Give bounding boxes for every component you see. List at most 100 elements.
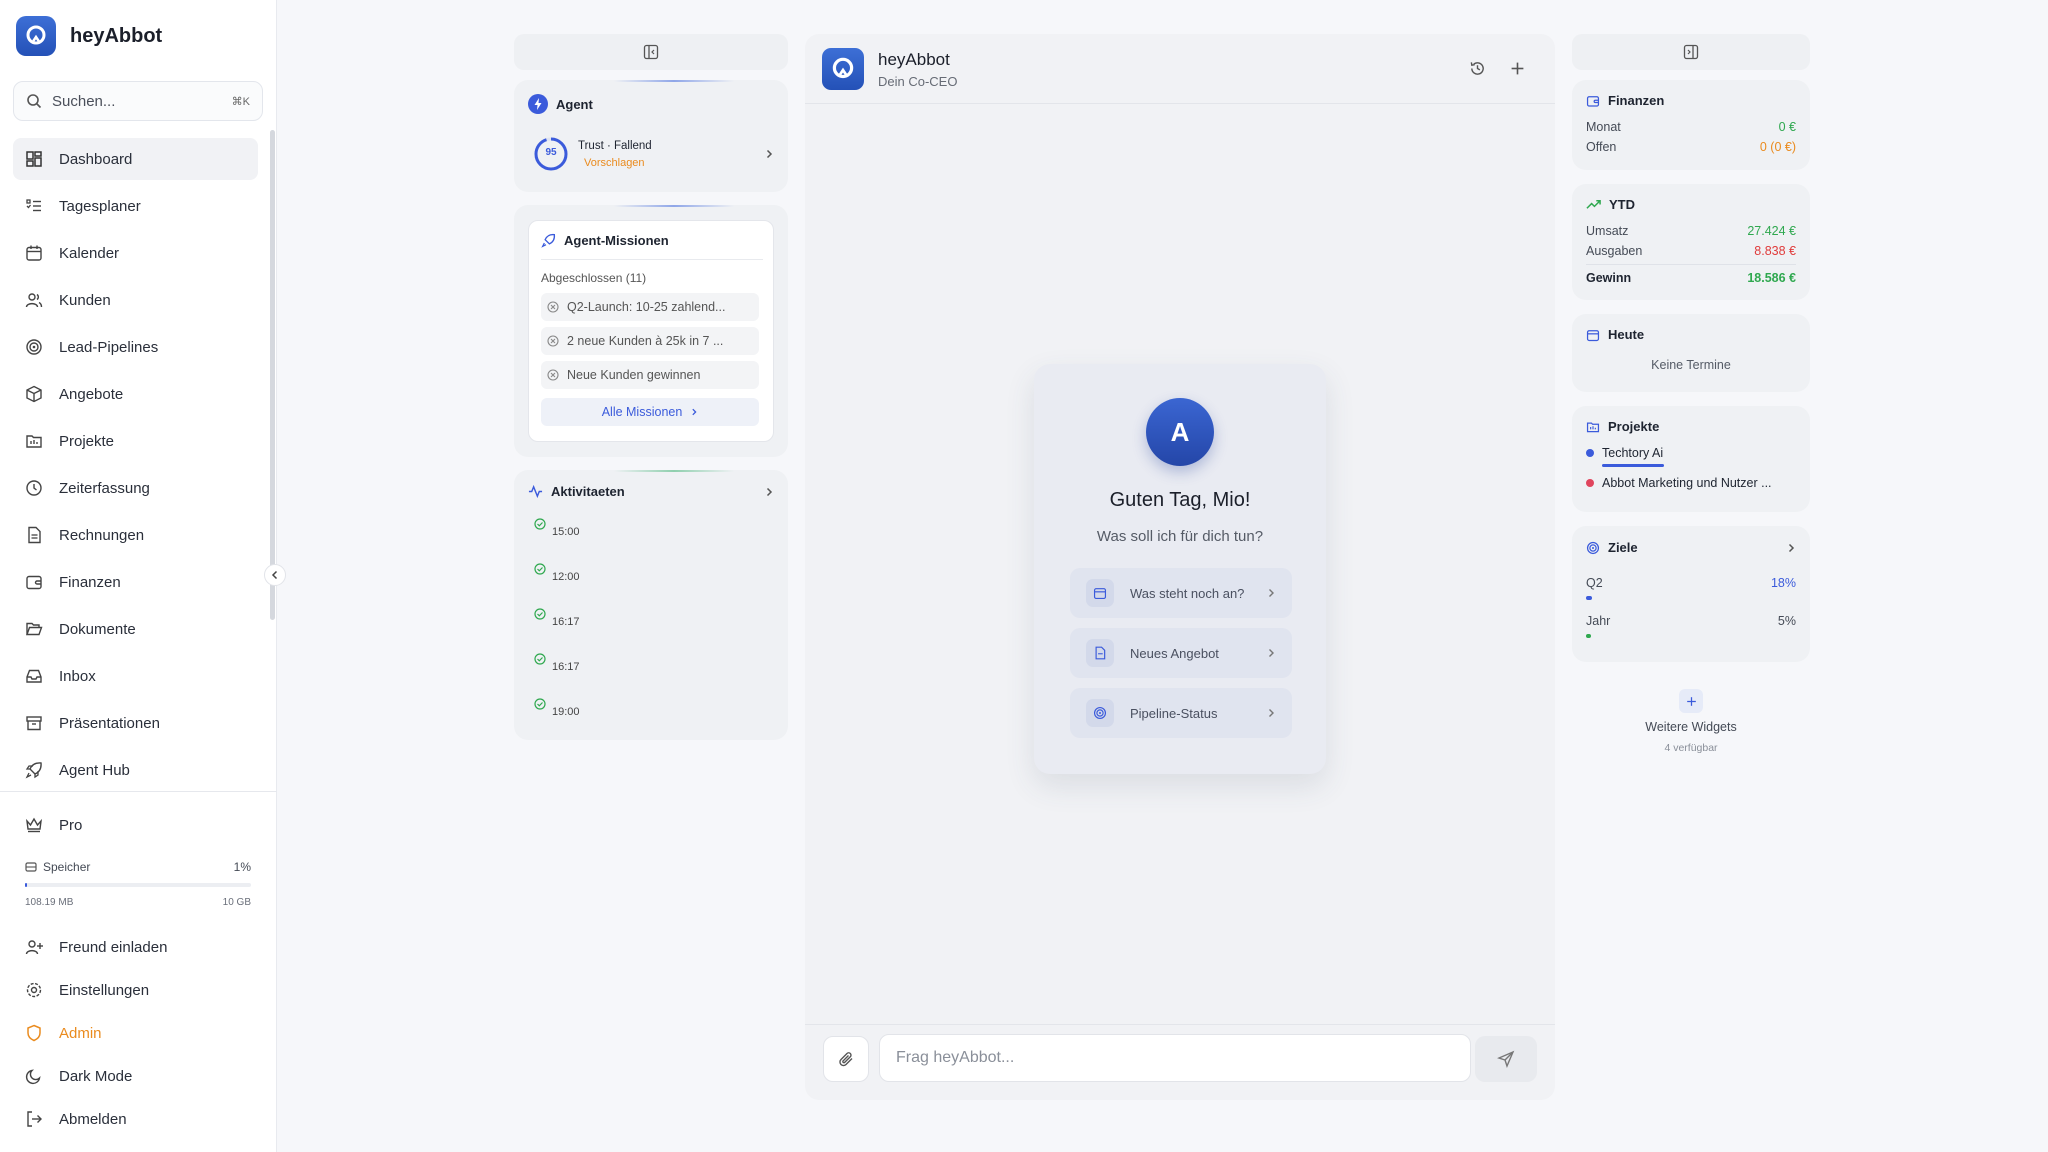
- quick-action-label: Pipeline-Status: [1130, 705, 1218, 721]
- all-missions-button[interactable]: Alle Missionen: [541, 398, 759, 426]
- sidebar-item-zeiterfassung[interactable]: Zeiterfassung: [13, 467, 258, 509]
- mission-item[interactable]: Q2-Launch: 10-25 zahlend...: [541, 293, 759, 321]
- goal-value: 5%: [1777, 614, 1796, 628]
- search-input[interactable]: [52, 92, 212, 110]
- folder-open-icon: [25, 620, 43, 638]
- right-panel-toggle[interactable]: [1572, 34, 1810, 70]
- all-missions-label: Alle Missionen: [601, 405, 683, 419]
- sidebar-item-finanzen[interactable]: Finanzen: [13, 561, 258, 603]
- greeting-question: Was soll ich für dich tun?: [1096, 528, 1264, 545]
- trust-label: Trust · Fallend: [578, 139, 652, 152]
- calendar-icon: [25, 244, 43, 262]
- more-widgets-sub: 4 verfügbar: [1664, 742, 1718, 754]
- ytd-value: 8.838 €: [1754, 244, 1796, 258]
- ytd-label: Umsatz: [1586, 224, 1629, 238]
- add-widget-button[interactable]: [1679, 689, 1703, 713]
- divider: [541, 259, 763, 260]
- goals-widget[interactable]: Ziele Q2 18% Jahr 5%: [1572, 526, 1810, 662]
- sidebar-item-agent-hub[interactable]: Agent Hub: [13, 749, 258, 791]
- folder-chart-icon: [25, 432, 43, 450]
- sidebar-item-label: Agent Hub: [59, 761, 130, 779]
- sidebar-item-projekte[interactable]: Projekte: [13, 420, 258, 462]
- quick-action-button[interactable]: Pipeline-Status: [1070, 688, 1292, 738]
- mission-label: Neue Kunden gewinnen: [567, 368, 701, 382]
- sidebar-item-lead-pipelines[interactable]: Lead-Pipelines: [13, 326, 258, 368]
- quick-action-button[interactable]: Neues Angebot: [1070, 628, 1292, 678]
- avatar: A: [1146, 398, 1214, 466]
- projects-widget[interactable]: Projekte Techtory Ai Abbot Marketing und…: [1572, 406, 1810, 512]
- send-button[interactable]: [1475, 1036, 1537, 1082]
- today-empty: Keine Termine: [1651, 358, 1731, 372]
- activity-item: 19:00: [534, 698, 774, 743]
- attach-button[interactable]: [823, 1036, 869, 1082]
- chat-input-bar: [805, 1024, 1555, 1100]
- wallet-icon: [25, 573, 43, 591]
- missions-card: Agent-Missionen Abgeschlossen (11) Q2-La…: [514, 205, 788, 457]
- finance-widget[interactable]: Finanzen Monat 0 € Offen 0 (0 €): [1572, 80, 1810, 170]
- card-accent-line: [614, 205, 734, 207]
- sidebar-item-dark-mode[interactable]: Dark Mode: [13, 1055, 258, 1097]
- sidebar-item-label: Dashboard: [59, 150, 133, 168]
- search-box[interactable]: ⌘K: [13, 81, 263, 121]
- sidebar-item-angebote[interactable]: Angebote: [13, 373, 258, 415]
- send-icon: [1497, 1050, 1515, 1068]
- sidebar-item-tagesplaner[interactable]: Tagesplaner: [13, 185, 258, 227]
- trust-row[interactable]: 95 Trust · Fallend Vorschlagen: [534, 134, 774, 174]
- quick-action-button[interactable]: Was steht noch an?: [1070, 568, 1292, 618]
- sidebar-item-kunden[interactable]: Kunden: [13, 279, 258, 321]
- chat-input[interactable]: [879, 1034, 1471, 1082]
- sidebar-item-rechnungen[interactable]: Rechnungen: [13, 514, 258, 556]
- today-widget[interactable]: Heute Keine Termine: [1572, 314, 1810, 392]
- project-item[interactable]: Techtory Ai: [1586, 446, 1801, 460]
- activities-header[interactable]: Aktivitaeten: [528, 484, 774, 499]
- chevron-right-icon: [1266, 708, 1276, 718]
- x-circle-icon: [547, 301, 559, 313]
- mission-item[interactable]: Neue Kunden gewinnen: [541, 361, 759, 389]
- sidebar-item-inbox[interactable]: Inbox: [13, 655, 258, 697]
- activity-item: 12:00: [534, 563, 774, 608]
- left-panel-toggle[interactable]: [514, 34, 788, 70]
- sidebar-item-praesentationen[interactable]: Präsentationen: [13, 702, 258, 744]
- sidebar-item-settings[interactable]: Einstellungen: [13, 969, 258, 1011]
- history-button[interactable]: [1465, 56, 1489, 80]
- user-plus-icon: [25, 938, 43, 956]
- new-chat-button[interactable]: [1505, 56, 1529, 80]
- goal-label: Q2: [1586, 576, 1603, 590]
- app-logo-icon: [822, 48, 864, 90]
- mission-item[interactable]: 2 neue Kunden à 25k in 7 ...: [541, 327, 759, 355]
- pro-plan[interactable]: Pro: [25, 816, 82, 834]
- activity-time: 16:17: [552, 661, 580, 673]
- activities-list: 15:00 12:00 16:17 16:17 19:00: [534, 518, 774, 743]
- brand[interactable]: heyAbbot: [16, 16, 162, 56]
- ytd-widget[interactable]: YTD Umsatz 27.424 € Ausgaben 8.838 € Gewin…: [1572, 184, 1810, 300]
- projects-title: Projekte: [1608, 419, 1660, 434]
- sidebar-item-kalender[interactable]: Kalender: [13, 232, 258, 274]
- sidebar-item-label: Rechnungen: [59, 526, 145, 544]
- finance-value: 0 €: [1778, 120, 1796, 134]
- sidebar-item-label: Abmelden: [59, 1110, 127, 1128]
- sidebar-item-dokumente[interactable]: Dokumente: [13, 608, 258, 650]
- x-circle-icon: [547, 369, 559, 381]
- calendar-icon: [1586, 328, 1600, 342]
- sidebar-item-invite-friend[interactable]: Freund einladen: [13, 926, 258, 968]
- agent-card: Agent 95 Trust · Fallend Vorschlagen: [514, 80, 788, 192]
- sidebar-item-label: Dark Mode: [59, 1067, 133, 1085]
- project-item[interactable]: Abbot Marketing und Nutzer ...: [1586, 476, 1801, 490]
- activity-item: 16:17: [534, 608, 774, 653]
- more-widgets[interactable]: Weitere Widgets 4 verfügbar: [1572, 688, 1810, 758]
- settings-icon: [25, 981, 43, 999]
- sidebar-scrollbar[interactable]: [270, 130, 275, 620]
- sidebar-item-logout[interactable]: Abmelden: [13, 1098, 258, 1140]
- storage-progress-bar: [25, 883, 251, 887]
- sidebar-item-label: Inbox: [59, 667, 96, 685]
- sidebar-item-dashboard[interactable]: Dashboard: [13, 138, 258, 180]
- suggest-label: Vorschlagen: [584, 156, 645, 169]
- clock-icon: [25, 479, 43, 497]
- activity-item: 15:00: [534, 518, 774, 563]
- collapse-sidebar-button[interactable]: [264, 564, 286, 586]
- sidebar-item-admin[interactable]: Admin: [13, 1012, 258, 1054]
- today-title: Heute: [1608, 327, 1645, 342]
- goal-progress-bar: [1586, 634, 1796, 638]
- welcome-card: A Guten Tag, Mio! Was soll ich für dich …: [1034, 364, 1326, 774]
- storage-used: 108.19 MB: [25, 897, 74, 908]
